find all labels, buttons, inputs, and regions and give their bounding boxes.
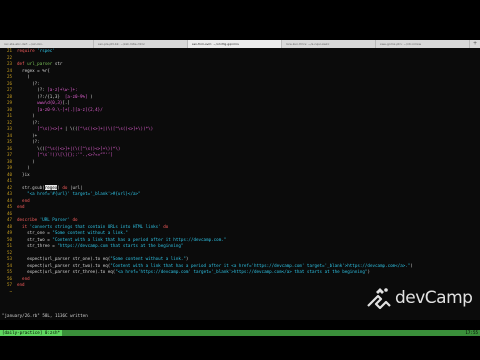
code-token: ) [17, 113, 35, 118]
code-token: "Some content without a link." [52, 230, 128, 235]
text-cursor: regex [44, 184, 58, 190]
terminal-tab[interactable]: swe-gnmx-ptn: ~/rdr-nmsw [376, 40, 470, 48]
code-token: (?: [17, 80, 40, 86]
vim-command-line[interactable] [0, 320, 480, 326]
code-token: [a-z]+\w-]+: [47, 87, 78, 92]
code-token: [^\s()<>]+|(\([^\s()<>]+\))*\) [44, 145, 121, 151]
code-token: (?: [17, 139, 40, 144]
code-token: do [72, 217, 78, 222]
code-token: "https://devcamp.com that starts at the … [57, 243, 184, 248]
code-token: "Some content without a link." [110, 256, 186, 261]
code-token: url_parser [27, 61, 55, 66]
code-token: [^\s()<>]+|(\([^\s()<>]+\))*\) [77, 126, 154, 131]
code-token: ) [87, 93, 93, 99]
tmux-clock: 17:55 [465, 330, 478, 335]
code-token: expect(url_parser str_one).to eq( [17, 256, 111, 261]
code-token: str.gsub( [17, 184, 45, 190]
code-token: [^\s()<>]+ [37, 126, 63, 131]
vim-editor[interactable]: 21 require 'rspec' 22 23 def url_parser str 2… [0, 48, 480, 312]
code-token: )+ [17, 132, 38, 138]
code-token: \(( [17, 145, 45, 151]
new-tab-button[interactable]: + [470, 40, 480, 48]
code-token: expect(url_parser str_three).to eq( [17, 269, 116, 274]
code-token: expect(url_parser str_two).to eq( [17, 262, 111, 268]
code-token: require [17, 48, 38, 53]
code-token: "Content with a link that has a period a… [52, 236, 227, 242]
window-chrome [0, 0, 480, 36]
code-token: end [22, 197, 30, 203]
terminal-tab[interactable]: lore-kun-fmrs: ~/a-nqsr-swkc [282, 40, 376, 48]
line-number: ~ [9, 288, 12, 294]
code-token: end [17, 204, 25, 209]
code-token: regex = %r{ [17, 67, 50, 73]
code-token: ) [17, 165, 30, 170]
code-token: "<a href='#{url}' target='_blank'>#{url}… [27, 191, 141, 196]
code-token: "<a href='https://devcamp.com' target='_… [115, 269, 368, 274]
code-token: describe [17, 217, 40, 222]
code-token: str_two = [17, 236, 53, 242]
devcamp-logo: devCamp [364, 280, 474, 316]
code-token: [^\s`!()\[\]{};:'".,<>?«»“”‘’] [37, 152, 113, 157]
code-token: (?: [17, 87, 48, 92]
code-token: str_one = [17, 230, 53, 235]
code-token: 'rspec' [37, 48, 55, 53]
code-token: end [22, 275, 30, 281]
terminal-tab[interactable]: ssn-fnm-svm: ~/cd-fdg-gqnmrs [188, 40, 282, 48]
code-token: end [17, 282, 25, 287]
code-token: it [17, 223, 30, 229]
code-token: 'URL Parser' [39, 217, 73, 222]
code-token: ) [17, 158, 35, 164]
code-token: ( [17, 74, 30, 79]
code-token: | \(( [62, 126, 78, 131]
code-token: str_three = [17, 243, 58, 248]
terminal-tab[interactable]: rec-sta-abc-def: ~/sin-bin- [0, 40, 94, 48]
code-token: [a-z0-9%] [64, 93, 88, 99]
devcamp-logo-icon [367, 288, 391, 310]
devcamp-logo-text: devCamp [395, 288, 473, 308]
tmux-status-bar: [daily-practice] 0:zsh* 17:55 [0, 330, 480, 336]
code-token: ) [367, 269, 370, 274]
code-token: do [163, 223, 169, 229]
code-token: 'converts strings that contain URLs into… [29, 223, 164, 229]
code-token: ) [410, 262, 413, 268]
code-token: (?: [17, 119, 40, 125]
code-token: str [54, 61, 63, 66]
code-token: ) [185, 256, 189, 261]
code-token: "Content with a link that has a period a… [110, 262, 411, 268]
code-token: [a-z0-9.\-]+[.][a-z]{2,4}/ [37, 106, 103, 112]
code-token: }ix [17, 171, 30, 177]
code-token: |url| [67, 184, 83, 190]
code-token: www\d{0,3} [17, 100, 63, 105]
code-token: def [17, 61, 28, 66]
tmux-window-label[interactable]: [daily-practice] 0:zsh* [0, 330, 62, 336]
terminal-tab-bar: rec-sta-abc-def: ~/sin-bin-ssn-pls-ptt-b… [0, 40, 480, 48]
terminal-tab[interactable]: ssn-pls-ptt-bk: ~/kat-mlte-mtnr [94, 40, 188, 48]
code-token: [.] [62, 100, 70, 105]
code-token: (?:/{1,3} [17, 93, 65, 99]
